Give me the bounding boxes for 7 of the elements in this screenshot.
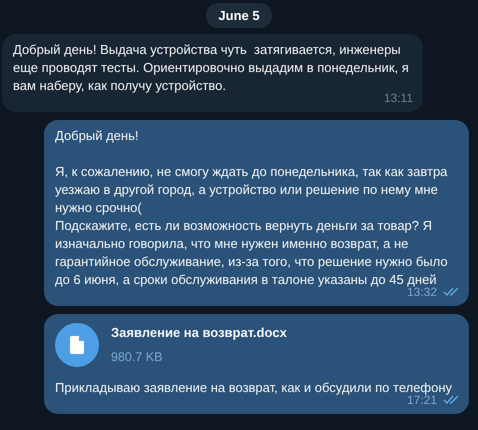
file-size: 980.7 KB	[111, 349, 164, 366]
message-text: Прикладываю заявление на возврат, как и обсудили по телефону	[55, 379, 454, 396]
document-icon[interactable]	[55, 323, 99, 367]
message-time: 17:21	[406, 393, 437, 409]
file-name[interactable]: Заявление на возврат.docx	[111, 324, 287, 342]
message-text: Добрый день! Я, к сожалению, не смогу ждать до понедельника, так как завтра уезжаю в другой город, а устройство или решение по нему мне нужно срочно( Подскажите, есть ли возможность вернуть деньги за товар? Я изначально говорила, что мне нужен именно возврат, а не гарантийное обслуживание, из-за того, что решение нужно было до 6 июня, а сроки обслуживания в талоне указаны до 45 дней	[55, 127, 449, 288]
date-badge: June 5	[206, 3, 272, 28]
